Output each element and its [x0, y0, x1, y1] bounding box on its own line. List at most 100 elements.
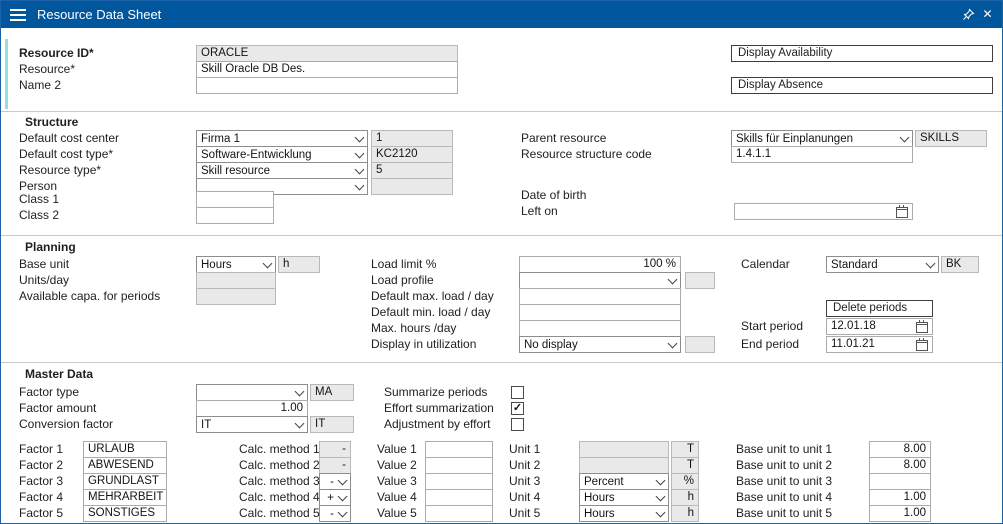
default-max-load-field[interactable]: [519, 288, 681, 305]
calendar-icon[interactable]: [916, 340, 928, 351]
value-label: Value 3: [377, 473, 417, 490]
adjustment-by-effort-checkbox[interactable]: [511, 418, 524, 431]
summarize-periods-label: Summarize periods: [384, 384, 487, 401]
close-glyph: ✕: [982, 7, 992, 22]
resource-id-label: Resource ID*: [19, 45, 94, 62]
effort-summarization-checkbox[interactable]: ✓: [511, 402, 524, 415]
max-hours-field[interactable]: [519, 320, 681, 337]
display-absence-button[interactable]: Display Absence: [731, 77, 993, 94]
display-availability-button[interactable]: Display Availability: [731, 45, 993, 62]
value-field[interactable]: [425, 457, 493, 474]
left-on-date-field[interactable]: [734, 203, 913, 220]
value-field[interactable]: [425, 473, 493, 490]
start-period-date-field[interactable]: 12.01.18: [826, 318, 933, 335]
load-limit-field[interactable]: 100 %: [519, 256, 681, 273]
load-limit-label: Load limit %: [371, 256, 436, 273]
conversion-factor-select[interactable]: IT: [196, 416, 308, 433]
resource-type-select[interactable]: Skill resource: [196, 162, 368, 179]
value-field[interactable]: [425, 489, 493, 506]
end-period-date-field[interactable]: 11.01.21: [826, 336, 933, 353]
cost-center-select[interactable]: Firma 1: [196, 130, 368, 147]
date-of-birth-label: Date of birth: [521, 187, 586, 204]
calc-method-select[interactable]: -: [319, 473, 351, 490]
chevron-down-icon: [338, 507, 348, 517]
cost-center-value: Firma 1: [201, 133, 240, 145]
close-icon[interactable]: ✕: [980, 7, 995, 22]
base-unit-to-unit-field[interactable]: 8.00: [869, 441, 931, 458]
class1-field[interactable]: [196, 191, 274, 208]
factor-name-field[interactable]: ABWESEND: [83, 457, 167, 474]
unit-select[interactable]: Percent: [579, 473, 669, 490]
separator: [1, 235, 1002, 236]
factor-name-field[interactable]: SONSTIGES: [83, 505, 167, 522]
base-unit-to-unit-field[interactable]: 1.00: [869, 505, 931, 522]
class2-field[interactable]: [196, 207, 274, 224]
name2-field[interactable]: [196, 77, 458, 94]
parent-resource-label: Parent resource: [521, 130, 606, 147]
factor-amount-field[interactable]: 1.00: [196, 400, 308, 417]
load-profile-select[interactable]: [519, 272, 681, 289]
menu-icon[interactable]: [10, 6, 26, 24]
calc-method-value: -: [330, 476, 334, 488]
unit-code-field: T: [671, 441, 699, 458]
calc-method-label: Calc. method 1: [239, 441, 320, 458]
factor-name-field[interactable]: GRUNDLAST: [83, 473, 167, 490]
factor-name-field[interactable]: URLAUB: [83, 441, 167, 458]
factor-type-label: Factor type: [19, 384, 79, 401]
available-capa-label: Available capa. for periods: [19, 288, 160, 305]
unit-code-field: %: [671, 473, 699, 490]
factor-name-field[interactable]: MEHRARBEIT: [83, 489, 167, 506]
summarize-periods-checkbox[interactable]: [511, 386, 524, 399]
person-code-field: [371, 178, 453, 195]
resource-field[interactable]: Skill Oracle DB Des.: [196, 61, 458, 78]
unit-label: Unit 5: [509, 505, 540, 522]
calendar-icon[interactable]: [916, 322, 928, 333]
resource-id-field: ORACLE: [196, 45, 458, 62]
left-on-label: Left on: [521, 203, 558, 220]
base-unit-to-unit-label: Base unit to unit 1: [736, 441, 832, 458]
master-data-header: Master Data: [25, 366, 93, 382]
section-accent: [5, 39, 8, 109]
cost-center-label: Default cost center: [19, 130, 119, 147]
base-unit-to-unit-field[interactable]: 8.00: [869, 457, 931, 474]
base-unit-to-unit-field[interactable]: 1.00: [869, 489, 931, 506]
window-title: Resource Data Sheet: [37, 7, 161, 22]
display-utilization-select[interactable]: No display: [519, 336, 681, 353]
delete-periods-button[interactable]: Delete periods: [826, 300, 933, 317]
chevron-down-icon: [900, 132, 910, 142]
default-min-load-field[interactable]: [519, 304, 681, 321]
unit-select[interactable]: Hours: [579, 505, 669, 522]
structure-header: Structure: [25, 114, 78, 130]
calc-method-field: -: [319, 441, 351, 458]
value-field[interactable]: [425, 441, 493, 458]
resource-data-sheet-window: Resource Data Sheet ✕ Resource ID* Resou…: [0, 0, 1003, 524]
base-unit-select[interactable]: Hours: [196, 256, 276, 273]
calc-method-select[interactable]: +: [319, 489, 351, 506]
factor-type-select[interactable]: [196, 384, 308, 401]
load-profile-label: Load profile: [371, 272, 434, 289]
unit-field: [579, 441, 669, 458]
unit-select[interactable]: Hours: [579, 489, 669, 506]
unit-label: Unit 4: [509, 489, 540, 506]
resource-structure-code-field[interactable]: 1.4.1.1: [731, 146, 913, 163]
separator: [1, 111, 1002, 112]
base-unit-to-unit-field[interactable]: [869, 473, 931, 490]
value-field[interactable]: [425, 505, 493, 522]
parent-resource-select[interactable]: Skills für Einplanungen: [731, 130, 913, 147]
calendar-select[interactable]: Standard: [826, 256, 939, 273]
display-utilization-value: No display: [524, 339, 578, 351]
unit-value: Hours: [584, 508, 615, 520]
unit-label: Unit 3: [509, 473, 540, 490]
cost-type-select[interactable]: Software-Entwicklung: [196, 146, 368, 163]
chevron-down-icon: [656, 507, 666, 517]
pin-icon[interactable]: [961, 7, 976, 22]
calc-method-select[interactable]: -: [319, 505, 351, 522]
unit-value: Hours: [584, 492, 615, 504]
chevron-down-icon: [338, 491, 348, 501]
cost-center-code-field: 1: [371, 130, 453, 147]
calendar-icon[interactable]: [896, 207, 908, 218]
factor-label: Factor 3: [19, 473, 63, 490]
class2-label: Class 2: [19, 207, 59, 224]
chevron-down-icon: [656, 491, 666, 501]
resource-label: Resource*: [19, 61, 75, 78]
